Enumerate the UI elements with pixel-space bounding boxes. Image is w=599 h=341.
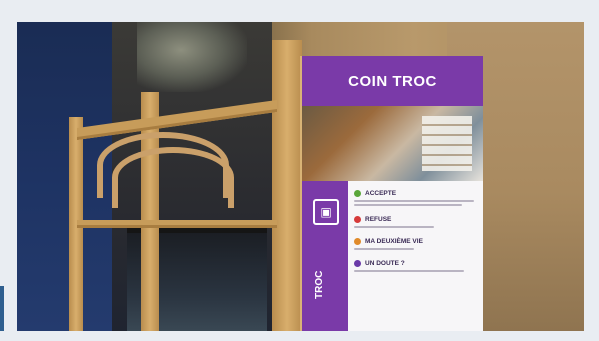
sign-header: COIN TROC — [302, 56, 483, 106]
green-dot-icon — [354, 190, 361, 197]
purple-dot-icon — [354, 260, 361, 267]
sign-items: ACCEPTE REFUSE MA DEUXIÈME VIE UN DOUTE … — [354, 190, 478, 282]
sign-side-label: TROC — [314, 270, 325, 299]
sign-item-doute: UN DOUTE ? — [354, 260, 478, 272]
sign-item-deuxieme-vie: MA DEUXIÈME VIE — [354, 238, 478, 250]
blurred-text — [354, 226, 478, 228]
sign-photo — [302, 106, 483, 181]
plant — [137, 22, 247, 92]
sign-item-refuse: REFUSE — [354, 216, 478, 228]
blurred-text — [354, 248, 478, 250]
sign-item-title: MA DEUXIÈME VIE — [365, 238, 423, 245]
blurred-text — [354, 200, 478, 206]
clothes-hanger — [112, 147, 234, 208]
sign-item-title: REFUSE — [365, 216, 392, 223]
sign-side-band: ▣ TROC — [302, 181, 348, 331]
blurred-text — [354, 270, 478, 272]
sign-item-accepte: ACCEPTE — [354, 190, 478, 206]
sign-item-title: UN DOUTE ? — [365, 260, 405, 267]
red-dot-icon — [354, 216, 361, 223]
sign-item-title: ACCEPTE — [365, 190, 397, 197]
photo: COIN TROC ▣ TROC ACCEPTE REFUSE MA DEUXI… — [17, 22, 584, 331]
sign-title: COIN TROC — [348, 72, 437, 90]
shelf-board-bottom — [77, 220, 277, 228]
shelf-post-right — [272, 40, 302, 331]
recycle-box-icon: ▣ — [313, 199, 339, 225]
coin-troc-sign: COIN TROC ▣ TROC ACCEPTE REFUSE MA DEUXI… — [302, 56, 483, 331]
page-edge-accent — [0, 286, 4, 331]
orange-dot-icon — [354, 238, 361, 245]
